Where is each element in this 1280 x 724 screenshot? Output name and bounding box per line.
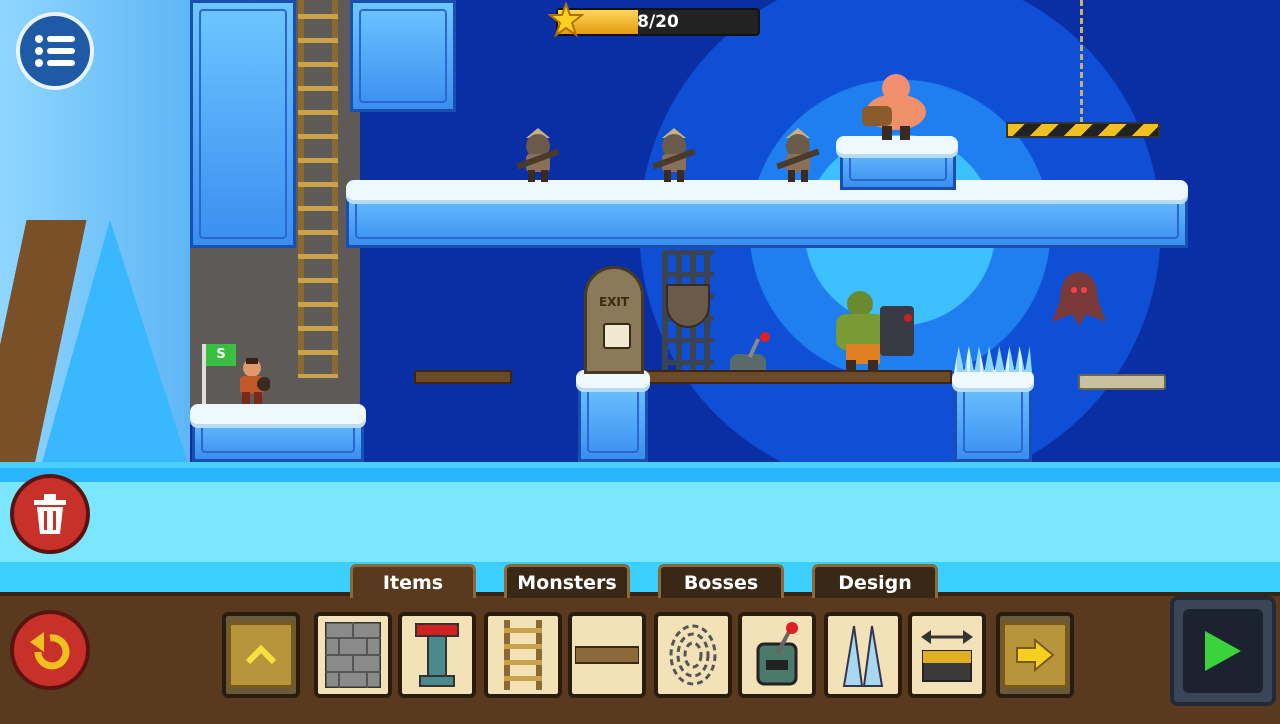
stone-block-icon: [325, 622, 381, 688]
viking-goblin-2: [648, 126, 700, 182]
scroll-right-button[interactable]: [996, 612, 1074, 698]
hazard-platform: [1006, 122, 1160, 138]
hooded-ghost: [1046, 270, 1112, 328]
play-icon: [1205, 631, 1241, 671]
ladder-vertical: [298, 0, 338, 378]
menu-button[interactable]: [16, 12, 94, 90]
undo-button[interactable]: [10, 610, 90, 690]
ladder-icon: [504, 620, 542, 690]
orc-warrior: [826, 288, 918, 372]
ice-spikes: [954, 346, 1032, 372]
floating-platform: [1078, 374, 1166, 390]
lever-icon: [756, 622, 798, 686]
ice-pillar-top-right: [350, 0, 456, 112]
barrel-brute: [856, 70, 932, 140]
start-flag-cloth: S: [206, 344, 236, 366]
wood-plank-icon: [575, 646, 639, 664]
spikes-icon: [842, 625, 884, 687]
fingerprint-icon: [669, 624, 717, 686]
play-button[interactable]: [1170, 596, 1276, 706]
viking-goblin-3: [772, 126, 824, 182]
portcullis-shield: [666, 284, 710, 328]
tab-monsters[interactable]: Monsters: [504, 564, 630, 598]
item-moving-platform[interactable]: [908, 612, 986, 698]
item-wood-plank[interactable]: [568, 612, 646, 698]
wood-plank-left: [414, 370, 512, 384]
menu-list-icon: [35, 35, 75, 67]
barbarian-hero: [234, 358, 271, 404]
viking-goblin-1: [512, 126, 564, 182]
chevron-up-icon: [245, 644, 277, 665]
ice-pillar-top-left: [190, 0, 296, 248]
item-lever[interactable]: [738, 612, 816, 698]
item-fingerprint[interactable]: [654, 612, 732, 698]
item-red-pillar[interactable]: [398, 612, 476, 698]
item-ladder[interactable]: [484, 612, 562, 698]
snow-cap-upper: [346, 180, 1188, 204]
snow-cap-spikes: [952, 370, 1034, 392]
tab-items[interactable]: Items: [350, 564, 476, 598]
scroll-up-button[interactable]: [222, 612, 300, 698]
red-pillar-icon: [415, 623, 459, 687]
wood-bridge: [646, 370, 952, 384]
exit-sign-icon: [603, 323, 631, 349]
trash-icon: [34, 494, 66, 534]
star-icon: [548, 2, 584, 38]
tab-design[interactable]: Design: [812, 564, 938, 598]
item-stone-block[interactable]: [314, 612, 392, 698]
star-progress-bar: 8/20: [556, 8, 760, 36]
star-progress-text: 8/20: [637, 12, 679, 32]
moving-platform-icon: [921, 630, 973, 682]
undo-icon: [30, 632, 70, 670]
lever-knob: [760, 332, 770, 342]
trash-button[interactable]: [10, 474, 90, 554]
ice-water: [0, 462, 1280, 594]
arrow-right-icon: [1016, 638, 1055, 672]
chain: [1080, 0, 1083, 122]
item-spikes[interactable]: [824, 612, 902, 698]
exit-label: EXIT: [598, 295, 630, 309]
exit-door: EXIT: [584, 266, 644, 374]
snow-cap-start: [190, 404, 366, 428]
tab-bosses[interactable]: Bosses: [658, 564, 784, 598]
